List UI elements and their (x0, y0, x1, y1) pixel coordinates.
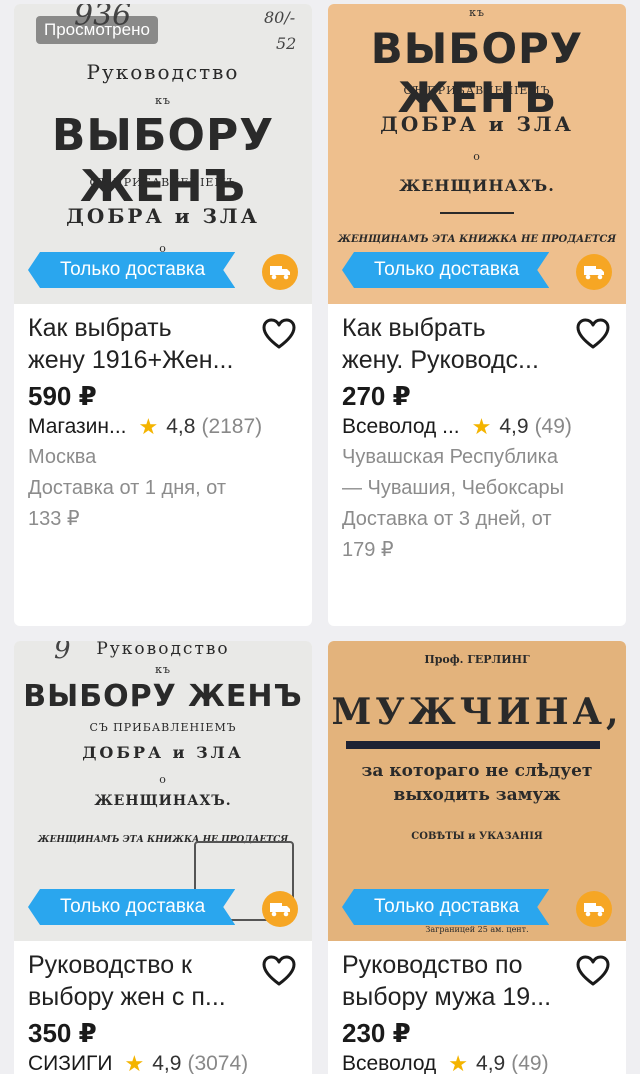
seller-rating-row: Всеволод ... ★ 4,9 (49) (342, 412, 612, 442)
truck-icon (576, 254, 612, 290)
product-card[interactable]: 936 80/- 52 Руководство къ ВЫБОРУ ЖЕНЪ С… (14, 4, 312, 626)
truck-icon (576, 891, 612, 927)
star-icon: ★ (124, 1051, 145, 1074)
product-title[interactable]: Руководство к выбору жен с п... (28, 949, 298, 1013)
delivery-only-badge: Только доставка (342, 889, 549, 925)
rating-value: 4,8 (166, 415, 196, 438)
seller-rating-row: Магазин... ★ 4,8 (2187) (28, 412, 298, 442)
truck-icon (262, 891, 298, 927)
seller-name[interactable]: Всеволод ... (342, 412, 460, 442)
location: Москва (28, 446, 97, 468)
review-count: (49) (511, 1052, 549, 1074)
seller-name[interactable]: Магазин... (28, 412, 127, 442)
heart-icon[interactable] (262, 318, 298, 352)
rating-value: 4,9 (152, 1052, 182, 1074)
product-info: Руководство по выбору мужа 19... 230 ₽ В… (328, 941, 626, 1074)
product-image[interactable]: 9 Руководство къ ВЫБОРУ ЖЕНЪ СЪ ПРИБАВЛЕ… (14, 641, 312, 941)
product-title[interactable]: Руководство по выбору мужа 19... (342, 949, 612, 1013)
product-card[interactable]: Проф. ГЕРЛИНГ МУЖЧИНА, за котораго не сл… (328, 641, 626, 1074)
heart-icon[interactable] (262, 955, 298, 989)
product-price: 350 ₽ (28, 1018, 97, 1048)
product-info: Как выбрать жену 1916+Жен... 590 ₽ Магаз… (14, 304, 312, 535)
product-card[interactable]: 9 Руководство къ ВЫБОРУ ЖЕНЪ СЪ ПРИБАВЛЕ… (14, 641, 312, 1074)
product-price: 270 ₽ (342, 381, 411, 411)
heart-icon[interactable] (576, 318, 612, 352)
product-price: 590 ₽ (28, 381, 97, 411)
location: Чувашская Республика — Чувашия, Чебоксар… (342, 446, 564, 499)
star-icon: ★ (138, 414, 159, 439)
delivery-info: Доставка от 3 дней, от 179 ₽ (342, 508, 552, 561)
product-image[interactable]: къ ВЫБОРУ ЖЕНЪ СЪ ПРИБАВЛЕНІЕМЪ ДОБРА и … (328, 4, 626, 304)
review-count: (3074) (187, 1052, 249, 1074)
delivery-only-badge: Только доставка (28, 889, 235, 925)
product-card[interactable]: къ ВЫБОРУ ЖЕНЪ СЪ ПРИБАВЛЕНІЕМЪ ДОБРА и … (328, 4, 626, 626)
product-price: 230 ₽ (342, 1018, 411, 1048)
product-image[interactable]: Проф. ГЕРЛИНГ МУЖЧИНА, за котораго не сл… (328, 641, 626, 941)
seller-name[interactable]: СИЗИГИ (28, 1049, 113, 1074)
product-info: Руководство к выбору жен с п... 350 ₽ СИ… (14, 941, 312, 1074)
product-image[interactable]: 936 80/- 52 Руководство къ ВЫБОРУ ЖЕНЪ С… (14, 4, 312, 304)
delivery-only-badge: Только доставка (342, 252, 549, 288)
rating-value: 4,9 (476, 1052, 506, 1074)
star-icon: ★ (448, 1051, 469, 1074)
rating-value: 4,9 (499, 415, 529, 438)
delivery-only-badge: Только доставка (28, 252, 235, 288)
review-count: (2187) (201, 415, 263, 438)
seller-rating-row: Всеволод ★ 4,9 (49) (342, 1049, 612, 1074)
review-count: (49) (534, 415, 572, 438)
product-title[interactable]: Как выбрать жену. Руководс... (342, 312, 612, 376)
seller-name[interactable]: Всеволод (342, 1049, 436, 1074)
truck-icon (262, 254, 298, 290)
delivery-info: Доставка от 1 дня, от 133 ₽ (28, 477, 227, 530)
viewed-badge: Просмотрено (36, 16, 158, 44)
seller-rating-row: СИЗИГИ ★ 4,9 (3074) (28, 1049, 298, 1074)
product-grid: 936 80/- 52 Руководство къ ВЫБОРУ ЖЕНЪ С… (0, 0, 640, 1074)
star-icon: ★ (471, 414, 492, 439)
product-info: Как выбрать жену. Руководс... 270 ₽ Всев… (328, 304, 626, 566)
heart-icon[interactable] (576, 955, 612, 989)
product-title[interactable]: Как выбрать жену 1916+Жен... (28, 312, 298, 376)
